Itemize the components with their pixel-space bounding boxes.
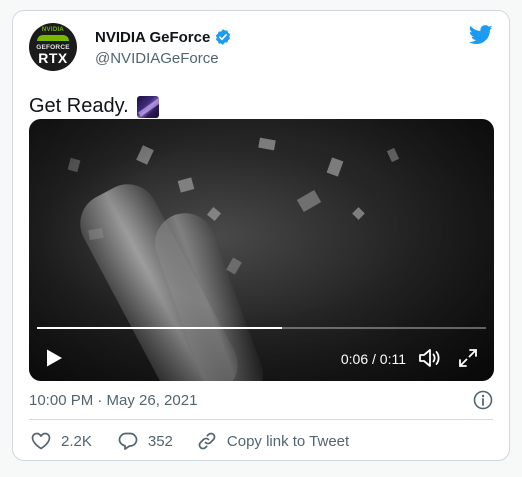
milky-way-emoji-icon <box>136 95 159 118</box>
divider <box>29 419 493 420</box>
verified-badge-icon <box>214 28 232 46</box>
link-icon <box>197 431 217 451</box>
like-count: 2.2K <box>61 432 92 450</box>
reply-button[interactable]: 352 <box>118 432 173 450</box>
tweet-card: NVIDIA GEFORCE RTX NVIDIA GeForce @NVIDI… <box>12 10 510 461</box>
copy-link-label: Copy link to Tweet <box>226 432 350 450</box>
fullscreen-icon[interactable] <box>458 348 478 373</box>
twitter-bird-icon[interactable] <box>468 25 493 50</box>
author-name[interactable]: NVIDIA GeForce <box>95 28 232 46</box>
video-vignette <box>29 119 494 381</box>
play-icon[interactable] <box>45 348 63 373</box>
avatar-line2: RTX <box>38 50 68 66</box>
tweet-text-content: Get Ready. <box>29 95 129 117</box>
avatar[interactable]: NVIDIA GEFORCE RTX <box>29 23 77 71</box>
author-handle[interactable]: @NVIDIAGeForce <box>95 50 219 67</box>
author-name-text: NVIDIA GeForce <box>95 28 211 46</box>
tweet-actions: 2.2K 352 Copy link to Tweet <box>31 431 349 451</box>
volume-icon[interactable] <box>418 347 442 374</box>
video-player[interactable]: 0:06 / 0:11 <box>29 119 494 381</box>
video-progress-fill <box>37 327 282 329</box>
nvidia-swoosh <box>37 35 69 41</box>
copy-link-button[interactable]: Copy link to Tweet <box>197 431 349 451</box>
heart-icon <box>31 432 51 450</box>
like-button[interactable]: 2.2K <box>31 432 92 450</box>
video-progress-bar[interactable] <box>37 327 486 329</box>
tweet-timestamp[interactable]: 10:00 PM · May 26, 2021 <box>29 392 197 409</box>
reply-count: 352 <box>147 432 173 450</box>
video-time: 0:06 / 0:11 <box>340 351 406 367</box>
tweet-text: Get Ready. <box>29 95 159 118</box>
reply-bubble-icon <box>118 432 138 450</box>
info-icon[interactable] <box>473 390 493 415</box>
